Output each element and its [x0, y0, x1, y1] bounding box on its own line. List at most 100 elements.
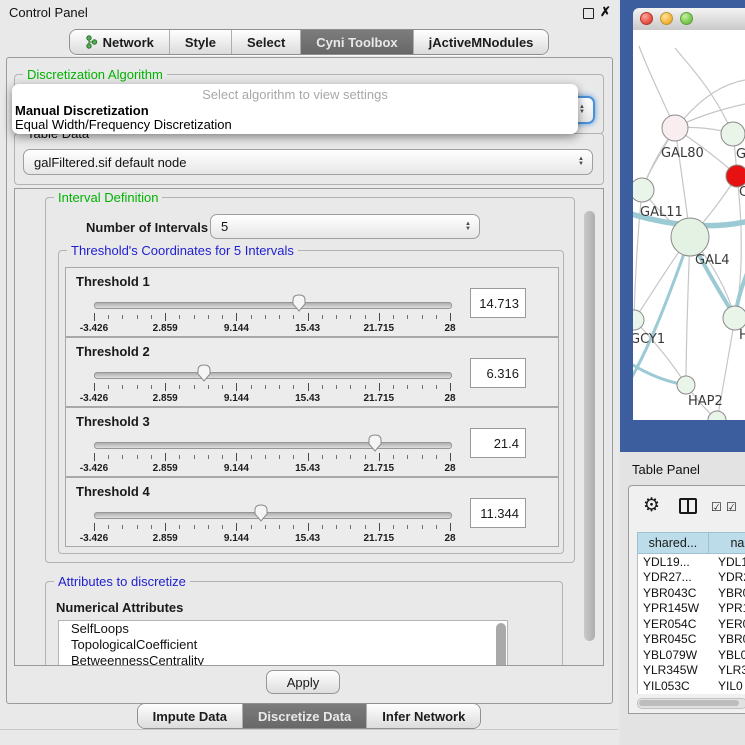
slider-tick [122, 525, 123, 529]
slider-tick [293, 315, 294, 319]
tab[interactable]: Cyni Toolbox [300, 30, 412, 54]
table-row[interactable]: YBL079W YBL0 [638, 647, 745, 663]
slider-tick [336, 315, 337, 319]
apply-button[interactable]: Apply [266, 670, 340, 694]
list-item[interactable]: TopologicalCoefficient [59, 637, 507, 653]
slider-tick [208, 455, 209, 459]
threshold-value-field[interactable]: 11.344 [470, 498, 526, 528]
horizontal-scrollbar[interactable] [637, 698, 745, 709]
slider-tick [151, 455, 152, 459]
network-canvas[interactable]: GAL80GAGAL11CGAL4GCY1HHAP2 [633, 30, 745, 420]
network-node[interactable] [671, 218, 709, 256]
network-node-label: GAL11 [640, 205, 683, 220]
network-node[interactable] [662, 115, 688, 141]
tick-label: 2.859 [153, 393, 178, 404]
network-node[interactable] [721, 122, 745, 146]
network-node[interactable] [723, 306, 745, 330]
minimize-traffic-icon[interactable] [660, 12, 673, 25]
table-body: YDL19... YDL1 YDR27... YDR2 YBR043C YBR0 [637, 554, 745, 694]
float-icon[interactable] [583, 8, 594, 19]
horizontal-scrollbar-thumb[interactable] [639, 700, 739, 706]
slider-track[interactable] [94, 302, 452, 309]
network-window-titlebar[interactable] [633, 8, 745, 31]
list-item[interactable]: SelfLoops [59, 621, 507, 637]
slider-thumb[interactable] [368, 434, 382, 452]
close-icon[interactable]: ✗ [600, 4, 611, 20]
slider-track[interactable] [94, 442, 452, 449]
table-row[interactable]: YLR345W YLR3 [638, 663, 745, 679]
tick-label: 28 [444, 533, 455, 544]
slider-tick [236, 313, 237, 321]
threshold-slider[interactable]: -3.4262.8599.14415.4321.71528 [94, 502, 450, 542]
table-row[interactable]: YPR145W YPR1 [638, 601, 745, 617]
slider-track[interactable] [94, 512, 452, 519]
threshold-slider[interactable]: -3.4262.8599.14415.4321.71528 [94, 432, 450, 472]
slider-tick [137, 525, 138, 529]
slider-tick [407, 315, 408, 319]
threshold-slider[interactable]: -3.4262.8599.14415.4321.71528 [94, 292, 450, 332]
slider-tick [94, 313, 95, 321]
slider-thumb[interactable] [254, 504, 268, 522]
network-node[interactable] [708, 411, 726, 420]
tab[interactable]: Select [231, 30, 300, 54]
dropdown-item[interactable]: Equal Width/Frequency Discretization [12, 118, 578, 132]
threshold-label: Threshold 4 [76, 484, 150, 499]
threshold-label: Threshold 2 [76, 344, 150, 359]
slider-track[interactable] [94, 372, 452, 379]
tab[interactable]: jActiveMNodules [413, 30, 549, 54]
threshold-value-field[interactable]: 14.713 [470, 288, 526, 318]
slider-tick [293, 455, 294, 459]
split-columns-icon[interactable] [679, 498, 697, 514]
interval-definition-group: Interval Definition Number of Intervals … [45, 197, 575, 563]
table-data-combobox[interactable]: galFiltered.sif default node ▲▼ [23, 149, 593, 175]
threshold-panel: Threshold 3 -3.4262.8599.14415.4321.7152… [65, 407, 559, 477]
table-row[interactable]: YIL053C YIL0 [638, 678, 745, 694]
slider-tick [407, 455, 408, 459]
slider-tick [450, 383, 451, 391]
zoom-traffic-icon[interactable] [680, 12, 693, 25]
tab[interactable]: Infer Network [366, 704, 480, 728]
network-node[interactable] [726, 165, 745, 187]
network-node[interactable] [677, 376, 695, 394]
threshold-value-field[interactable]: 21.4 [470, 428, 526, 458]
numerical-attributes-list[interactable]: SelfLoops TopologicalCoefficient Between… [58, 620, 508, 666]
number-of-intervals-combobox[interactable]: 5 ▲▼ [210, 214, 480, 239]
tick-label: 9.144 [224, 463, 249, 474]
network-edge[interactable] [686, 237, 690, 385]
column-header[interactable]: na [709, 532, 745, 554]
checkbox-icon[interactable]: ☑ [711, 500, 722, 514]
slider-thumb[interactable] [292, 294, 306, 312]
threshold-value-field[interactable]: 6.316 [470, 358, 526, 388]
tab[interactable]: Network [70, 30, 169, 54]
column-header[interactable]: shared... [637, 532, 709, 554]
slider-tick [208, 525, 209, 529]
tab[interactable]: Impute Data [138, 704, 242, 728]
table-row[interactable]: YBR043C YBR0 [638, 585, 745, 601]
gear-icon[interactable]: ⚙ [643, 494, 660, 517]
group-title: Threshold's Coordinates for 5 Intervals [67, 243, 298, 258]
table-row[interactable]: YBR045C YBR0 [638, 632, 745, 648]
slider-tick [365, 385, 366, 389]
vertical-scrollbar[interactable] [584, 211, 595, 641]
slider-thumb[interactable] [197, 364, 211, 382]
network-edge[interactable] [634, 320, 686, 385]
dropdown-item[interactable]: Manual Discretization [12, 104, 578, 118]
slider-tick-labels: -3.4262.8599.14415.4321.71528 [94, 323, 450, 335]
network-node[interactable] [633, 178, 654, 202]
checkbox-icon[interactable]: ☑ [726, 500, 737, 514]
tick-label: 2.859 [153, 323, 178, 334]
threshold-slider[interactable]: -3.4262.8599.14415.4321.71528 [94, 362, 450, 402]
table-row[interactable]: YDR27... YDR2 [638, 570, 745, 586]
tab[interactable]: Style [169, 30, 231, 54]
slider-tick [422, 315, 423, 319]
slider-tick [236, 523, 237, 531]
table-row[interactable]: YDL19... YDL1 [638, 554, 745, 570]
close-traffic-icon[interactable] [640, 12, 653, 25]
tick-label: 9.144 [224, 393, 249, 404]
tab[interactable]: Discretize Data [242, 704, 366, 728]
list-item[interactable]: BetweennessCentrality [59, 653, 507, 666]
table-row[interactable]: YER054C YER0 [638, 616, 745, 632]
slider-ticks [94, 523, 450, 532]
network-node[interactable] [633, 310, 644, 330]
list-scrollbar[interactable] [496, 623, 506, 666]
